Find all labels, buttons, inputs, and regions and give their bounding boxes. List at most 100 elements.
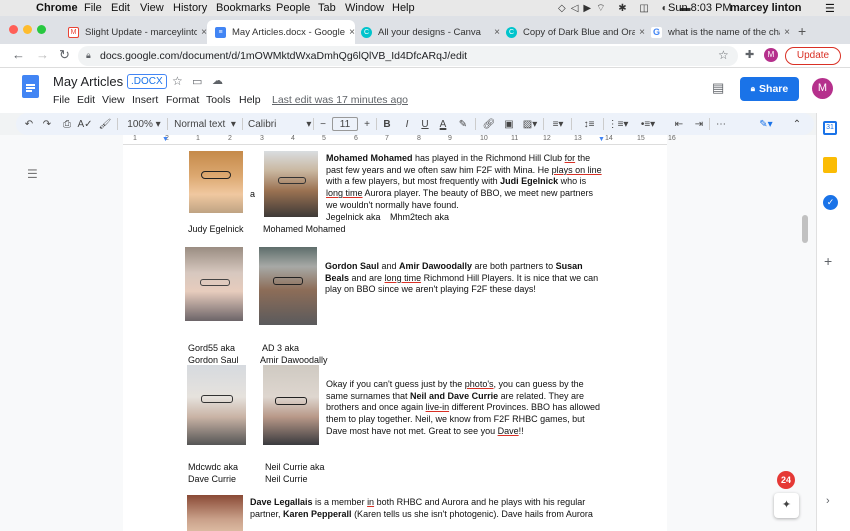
minimize-window-button[interactable] — [23, 25, 32, 34]
checklist-icon[interactable]: ⋮≡▾ — [608, 113, 629, 135]
keep-icon[interactable] — [823, 157, 837, 173]
undo-icon[interactable]: ↶ — [22, 113, 36, 135]
line-spacing-icon[interactable]: ↕≡ — [582, 113, 596, 135]
increase-font-size-button[interactable]: + — [361, 113, 373, 135]
more-options-icon[interactable]: ⋯ — [714, 113, 728, 135]
tab-may-articles[interactable]: ≡ May Articles.docx - Google × — [207, 20, 355, 44]
menu-edit[interactable]: Edit — [111, 2, 130, 14]
docs-menu-insert[interactable]: Insert — [132, 94, 158, 106]
font-select[interactable]: Calibri ▾ — [248, 113, 312, 135]
divider — [543, 118, 544, 130]
app-menu[interactable]: Chrome — [36, 2, 78, 14]
highlight-icon[interactable]: ✎ — [456, 113, 470, 135]
menu-bookmarks[interactable]: Bookmarks — [216, 2, 271, 14]
update-button[interactable]: Update — [785, 47, 841, 65]
left-indent-marker[interactable]: ▼ — [162, 136, 169, 143]
move-folder-icon[interactable]: ▭ — [192, 75, 202, 88]
account-avatar[interactable]: M — [812, 78, 833, 99]
ruler-number: 6 — [354, 135, 358, 142]
star-icon[interactable]: ☆ — [172, 74, 183, 88]
menu-people[interactable]: People — [276, 2, 310, 14]
decrease-indent-icon[interactable]: ⇤ — [672, 113, 686, 135]
print-icon[interactable]: ⎙ — [60, 113, 74, 135]
lock-icon[interactable]: 🔒︎ — [86, 50, 91, 61]
list-icon[interactable]: ☰ — [825, 2, 835, 15]
tasks-icon[interactable]: ✓ — [823, 195, 838, 210]
extension-badge[interactable]: 24 — [777, 471, 795, 489]
paragraph-mohamed[interactable]: Mohamed Mohamed has played in the Richmo… — [326, 153, 604, 212]
calendar-icon[interactable]: 31 — [823, 121, 837, 135]
increase-indent-icon[interactable]: ⇥ — [692, 113, 706, 135]
docs-menu-file[interactable]: File — [53, 94, 70, 106]
comment-icon[interactable]: ▣ — [502, 113, 516, 135]
expand-panel-icon[interactable]: › — [826, 495, 830, 507]
underline-icon[interactable]: U — [418, 113, 432, 135]
bold-icon[interactable]: B — [380, 113, 394, 135]
text-color-icon[interactable]: A — [436, 113, 450, 135]
collapse-toolbar-icon[interactable]: ⌃ — [790, 113, 804, 135]
menu-view[interactable]: View — [140, 2, 164, 14]
share-button[interactable]: 🔒︎ Share — [740, 77, 799, 101]
document-canvas[interactable]: ☰ a Mohamed Mohamed has played in the Ri… — [0, 145, 816, 531]
editing-mode-icon[interactable]: ✎▾ — [754, 113, 778, 135]
image-icon[interactable]: ▨▾ — [520, 113, 540, 135]
bookmark-star-icon[interactable]: ☆ — [718, 48, 729, 62]
decrease-font-size-button[interactable]: − — [317, 113, 329, 135]
scrollbar-thumb[interactable] — [802, 215, 808, 243]
profile-avatar[interactable]: M — [764, 48, 778, 62]
redo-icon[interactable]: ↷ — [40, 113, 54, 135]
comments-icon[interactable]: ▤ — [712, 80, 724, 96]
user-name[interactable]: marcey linton — [730, 2, 802, 14]
file-type-badge[interactable]: .DOCX — [127, 74, 167, 89]
extensions-icon[interactable]: ✚ — [745, 48, 754, 61]
paragraph-dave-legallais[interactable]: Dave Legallais is a member in both RHBC … — [250, 497, 595, 520]
canva-icon: C — [361, 26, 372, 38]
docs-menu-format[interactable]: Format — [166, 94, 199, 106]
new-tab-button[interactable]: + — [798, 23, 806, 39]
docs-menu-help[interactable]: Help — [239, 94, 261, 106]
paragraph-gordon-amir[interactable]: Gordon Saul and Amir Dawoodally are both… — [325, 261, 607, 296]
menu-file[interactable]: File — [84, 2, 102, 14]
omnibox[interactable]: 🔒︎ docs.google.com/document/d/1mOWMktdWx… — [78, 46, 738, 66]
outline-icon[interactable]: ☰ — [27, 167, 38, 181]
clock[interactable]: Sun 8:03 PM — [668, 2, 732, 14]
docs-menu-view[interactable]: View — [102, 94, 125, 106]
close-tab-icon[interactable]: × — [784, 27, 790, 38]
align-icon[interactable]: ≡▾ — [548, 113, 568, 135]
tab-gmail[interactable]: M Slight Update - marceylinto × — [62, 20, 207, 44]
last-edit-link[interactable]: Last edit was 17 minutes ago — [272, 94, 408, 106]
docs-logo-icon[interactable] — [22, 75, 39, 98]
link-icon[interactable]: 🔗︎ — [482, 113, 496, 135]
forward-icon[interactable]: → — [36, 47, 49, 62]
tab-google-search[interactable]: G what is the name of the cha × — [645, 20, 790, 44]
menu-tab[interactable]: Tab — [318, 2, 336, 14]
cloud-status-icon[interactable]: ☁︎ — [212, 74, 223, 87]
reload-icon[interactable]: ↻ — [59, 47, 70, 63]
paint-format-icon[interactable]: 🖌︎ — [98, 113, 112, 135]
docs-menu-edit[interactable]: Edit — [77, 94, 95, 106]
close-window-button[interactable] — [9, 25, 18, 34]
menu-help[interactable]: Help — [392, 2, 415, 14]
zoom-select[interactable]: 100% ▾ — [124, 113, 164, 135]
font-size-input[interactable]: 11 — [332, 117, 358, 131]
style-select[interactable]: Normal text ▾ — [172, 113, 238, 135]
doc-title[interactable]: May Articles — [53, 74, 123, 89]
document-page[interactable]: a Mohamed Mohamed has played in the Rich… — [123, 145, 667, 531]
ruler[interactable]: 1 2 1 2 3 4 5 6 7 8 9 10 11 12 13 14 15 16 ▼ ▼ — [0, 135, 816, 145]
italic-icon[interactable]: I — [400, 113, 414, 135]
menu-window[interactable]: Window — [345, 2, 384, 14]
explore-button[interactable]: ✦ — [774, 493, 799, 518]
right-indent-marker[interactable]: ▼ — [598, 136, 605, 143]
back-icon[interactable]: ← — [12, 47, 25, 62]
add-addon-icon[interactable]: + — [824, 253, 832, 269]
tab-canva-designs[interactable]: C All your designs - Canva × — [355, 20, 500, 44]
spellcheck-icon[interactable]: A✓ — [77, 113, 92, 135]
menu-history[interactable]: History — [173, 2, 207, 14]
paragraph-currie-brothers[interactable]: Okay if you can't guess just by the phot… — [326, 379, 606, 438]
bulleted-list-icon[interactable]: •≡▾ — [638, 113, 658, 135]
alias-gord55: Gord55 aka — [188, 343, 236, 353]
tab-canva-copy[interactable]: C Copy of Dark Blue and Oran × — [500, 20, 645, 44]
url-text[interactable]: docs.google.com/document/d/1mOWMktdWxaDm… — [100, 50, 467, 62]
zoom-window-button[interactable] — [37, 25, 46, 34]
docs-menu-tools[interactable]: Tools — [206, 94, 231, 106]
